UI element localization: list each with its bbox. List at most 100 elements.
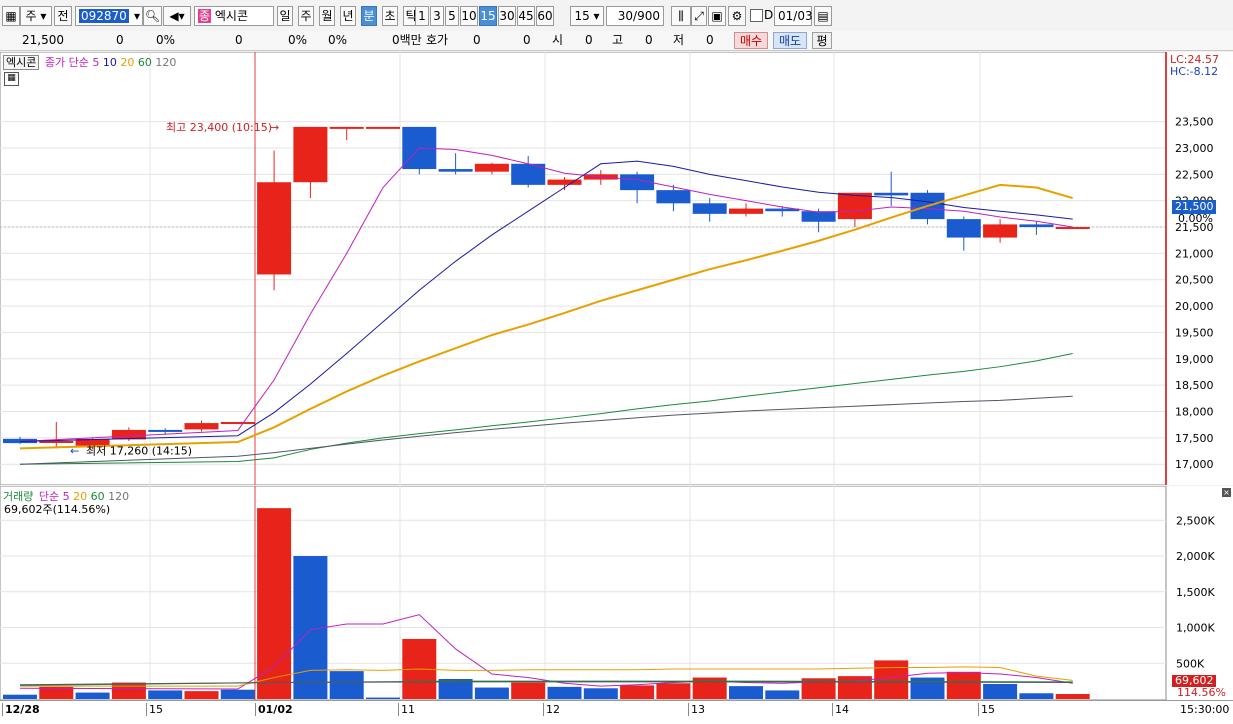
minute-60-button[interactable]: 60 — [536, 6, 554, 26]
search-icon[interactable]: 🔍︎ — [143, 6, 162, 26]
price-tick-label: 21,000 — [1175, 247, 1214, 260]
volume-value: 0 — [235, 33, 243, 47]
sell-button[interactable]: 매도 — [773, 32, 807, 49]
hc-value: HC:-8.12 — [1170, 65, 1219, 78]
volume-pct-tag: 114.56% — [1177, 686, 1226, 699]
stock-name-field[interactable]: 종 엑시콘 — [194, 6, 274, 26]
low-note: 최저 17,260 (14:15) — [86, 444, 192, 457]
price-change: 0 — [116, 33, 124, 47]
minute-30-button[interactable]: 30 — [498, 6, 516, 26]
ma-label: 종가 단순 — [44, 56, 89, 69]
candle-body — [220, 422, 255, 425]
save-icon[interactable]: ▣ — [708, 6, 726, 26]
price-chart[interactable]: 23,50023,00022,50022,00021,50021,00020,5… — [0, 52, 1233, 485]
minute-1-button[interactable]: 1 — [415, 6, 429, 26]
low-arrow: ← — [70, 444, 79, 457]
candle-body — [366, 126, 400, 129]
candle-body — [438, 169, 473, 172]
volume-bar — [656, 683, 691, 699]
volume-bar — [620, 685, 655, 699]
volume-tick-label: 500K — [1176, 657, 1205, 670]
price-tick-label: 22,500 — [1175, 168, 1214, 181]
minute-3-button[interactable]: 3 — [430, 6, 444, 26]
price-tick-label: 20,000 — [1175, 300, 1214, 313]
stock-badge: 종 — [198, 9, 212, 23]
price-tick-label: 23,000 — [1175, 142, 1214, 155]
candle-body — [474, 163, 509, 172]
gear-icon[interactable]: ⚙ — [728, 6, 746, 26]
open-value: 0 — [585, 33, 593, 47]
price-tick-label: 17,000 — [1175, 458, 1214, 471]
x-axis-label: 14 — [832, 703, 849, 716]
candle-body — [946, 219, 981, 238]
volume-bar — [329, 671, 364, 699]
change-pct: 0% — [156, 33, 176, 47]
volume-bar — [910, 677, 945, 699]
period-3-button[interactable]: 년 — [340, 6, 356, 26]
high-value: 0 — [645, 33, 653, 47]
volume-bar — [511, 682, 546, 699]
volume-plot-frame — [0, 486, 1167, 700]
interval-select[interactable]: 15 ▾ — [570, 6, 604, 26]
eval-button[interactable]: 평 — [812, 32, 832, 49]
stock-code-input[interactable]: 092870 ▾ — [75, 6, 143, 26]
d-label: D — [764, 8, 774, 22]
candle-body — [801, 211, 836, 222]
volume-bar — [983, 683, 1018, 699]
current-price: 21,500 — [22, 33, 64, 47]
close-icon[interactable]: × — [1222, 488, 1231, 497]
count-input[interactable]: 30/900 — [606, 6, 664, 26]
price-panel: 23,50023,00022,50022,00021,50021,00020,5… — [0, 52, 1233, 485]
minute-45-button[interactable]: 45 — [517, 6, 535, 26]
price-legend: 엑시콘 종가 단순 5 10 20 60 120 — [3, 54, 176, 70]
period-2-button[interactable]: 월 — [319, 6, 335, 26]
candle-body — [293, 126, 328, 183]
volume-bar — [148, 690, 183, 699]
candle-type-icon[interactable]: ⫼ — [671, 6, 691, 26]
volume-bar — [366, 697, 400, 699]
candle-body — [1019, 224, 1054, 228]
market-type-select[interactable]: 주 ▾ — [20, 6, 52, 26]
period-5-button[interactable]: 초 — [382, 6, 398, 26]
volume-bar — [874, 660, 909, 699]
ma-60-label: 60 — [137, 56, 152, 69]
period-0-button[interactable]: 일 — [277, 6, 293, 26]
candle-body — [257, 182, 292, 275]
price-tick-label: 18,000 — [1175, 405, 1214, 418]
date-input[interactable]: 01/03 — [774, 6, 813, 26]
chart-menu-icon[interactable]: ▦ — [2, 6, 20, 26]
chart-toolbar: ▦ 주 ▾ 전 092870 ▾ 🔍︎ ◀▾ 종 엑시콘 일 주 월 년 분 초 틱 1 3 5 10… — [0, 0, 1233, 32]
table-icon[interactable]: ▦ — [4, 72, 19, 86]
x-axis-label: 11 — [398, 703, 415, 716]
minute-15-button[interactable]: 15 — [479, 6, 497, 26]
buy-button[interactable]: 매수 — [734, 32, 768, 49]
line-type-icon[interactable]: ⤢ — [691, 6, 707, 26]
all-toggle[interactable]: 전 — [54, 6, 72, 26]
minute-5-button[interactable]: 5 — [445, 6, 459, 26]
minute-10-button[interactable]: 10 — [460, 6, 478, 26]
candle-body — [729, 208, 763, 214]
candle-body — [1055, 227, 1090, 230]
period-1-button[interactable]: 주 — [298, 6, 314, 26]
volume-bar — [729, 686, 763, 699]
calendar-icon[interactable]: ▤ — [814, 6, 832, 26]
candle-body — [184, 423, 219, 430]
vol-ma-120-label: 120 — [108, 490, 130, 503]
ma-20-label: 20 — [120, 56, 135, 69]
candle-body — [547, 179, 582, 185]
stock-title-box[interactable]: 엑시콘 — [3, 55, 40, 70]
time-label: 15:30:00 — [1180, 703, 1230, 716]
speaker-icon[interactable]: ◀▾ — [163, 6, 191, 26]
volume-chart[interactable]: 2,500K 2,000K 1,500K 1,000K 500K — [0, 486, 1233, 700]
open-label: 시 — [552, 33, 564, 47]
d-checkbox[interactable] — [750, 9, 763, 22]
high-label: 고 — [612, 33, 624, 47]
volume-bar — [946, 671, 981, 699]
candle-body — [329, 126, 364, 129]
volume-bar — [111, 682, 146, 699]
period-4-button[interactable]: 분 — [361, 6, 377, 26]
hoga-value-2: 0 — [523, 33, 531, 47]
quote-bar: 21,500 0 0% 0 0% 0% 0백만 호가 0 0 시 0 고 0 저… — [0, 31, 1233, 51]
volume-tick-label: 1,500K — [1176, 586, 1215, 599]
price-tick-label: 20,500 — [1175, 274, 1214, 287]
